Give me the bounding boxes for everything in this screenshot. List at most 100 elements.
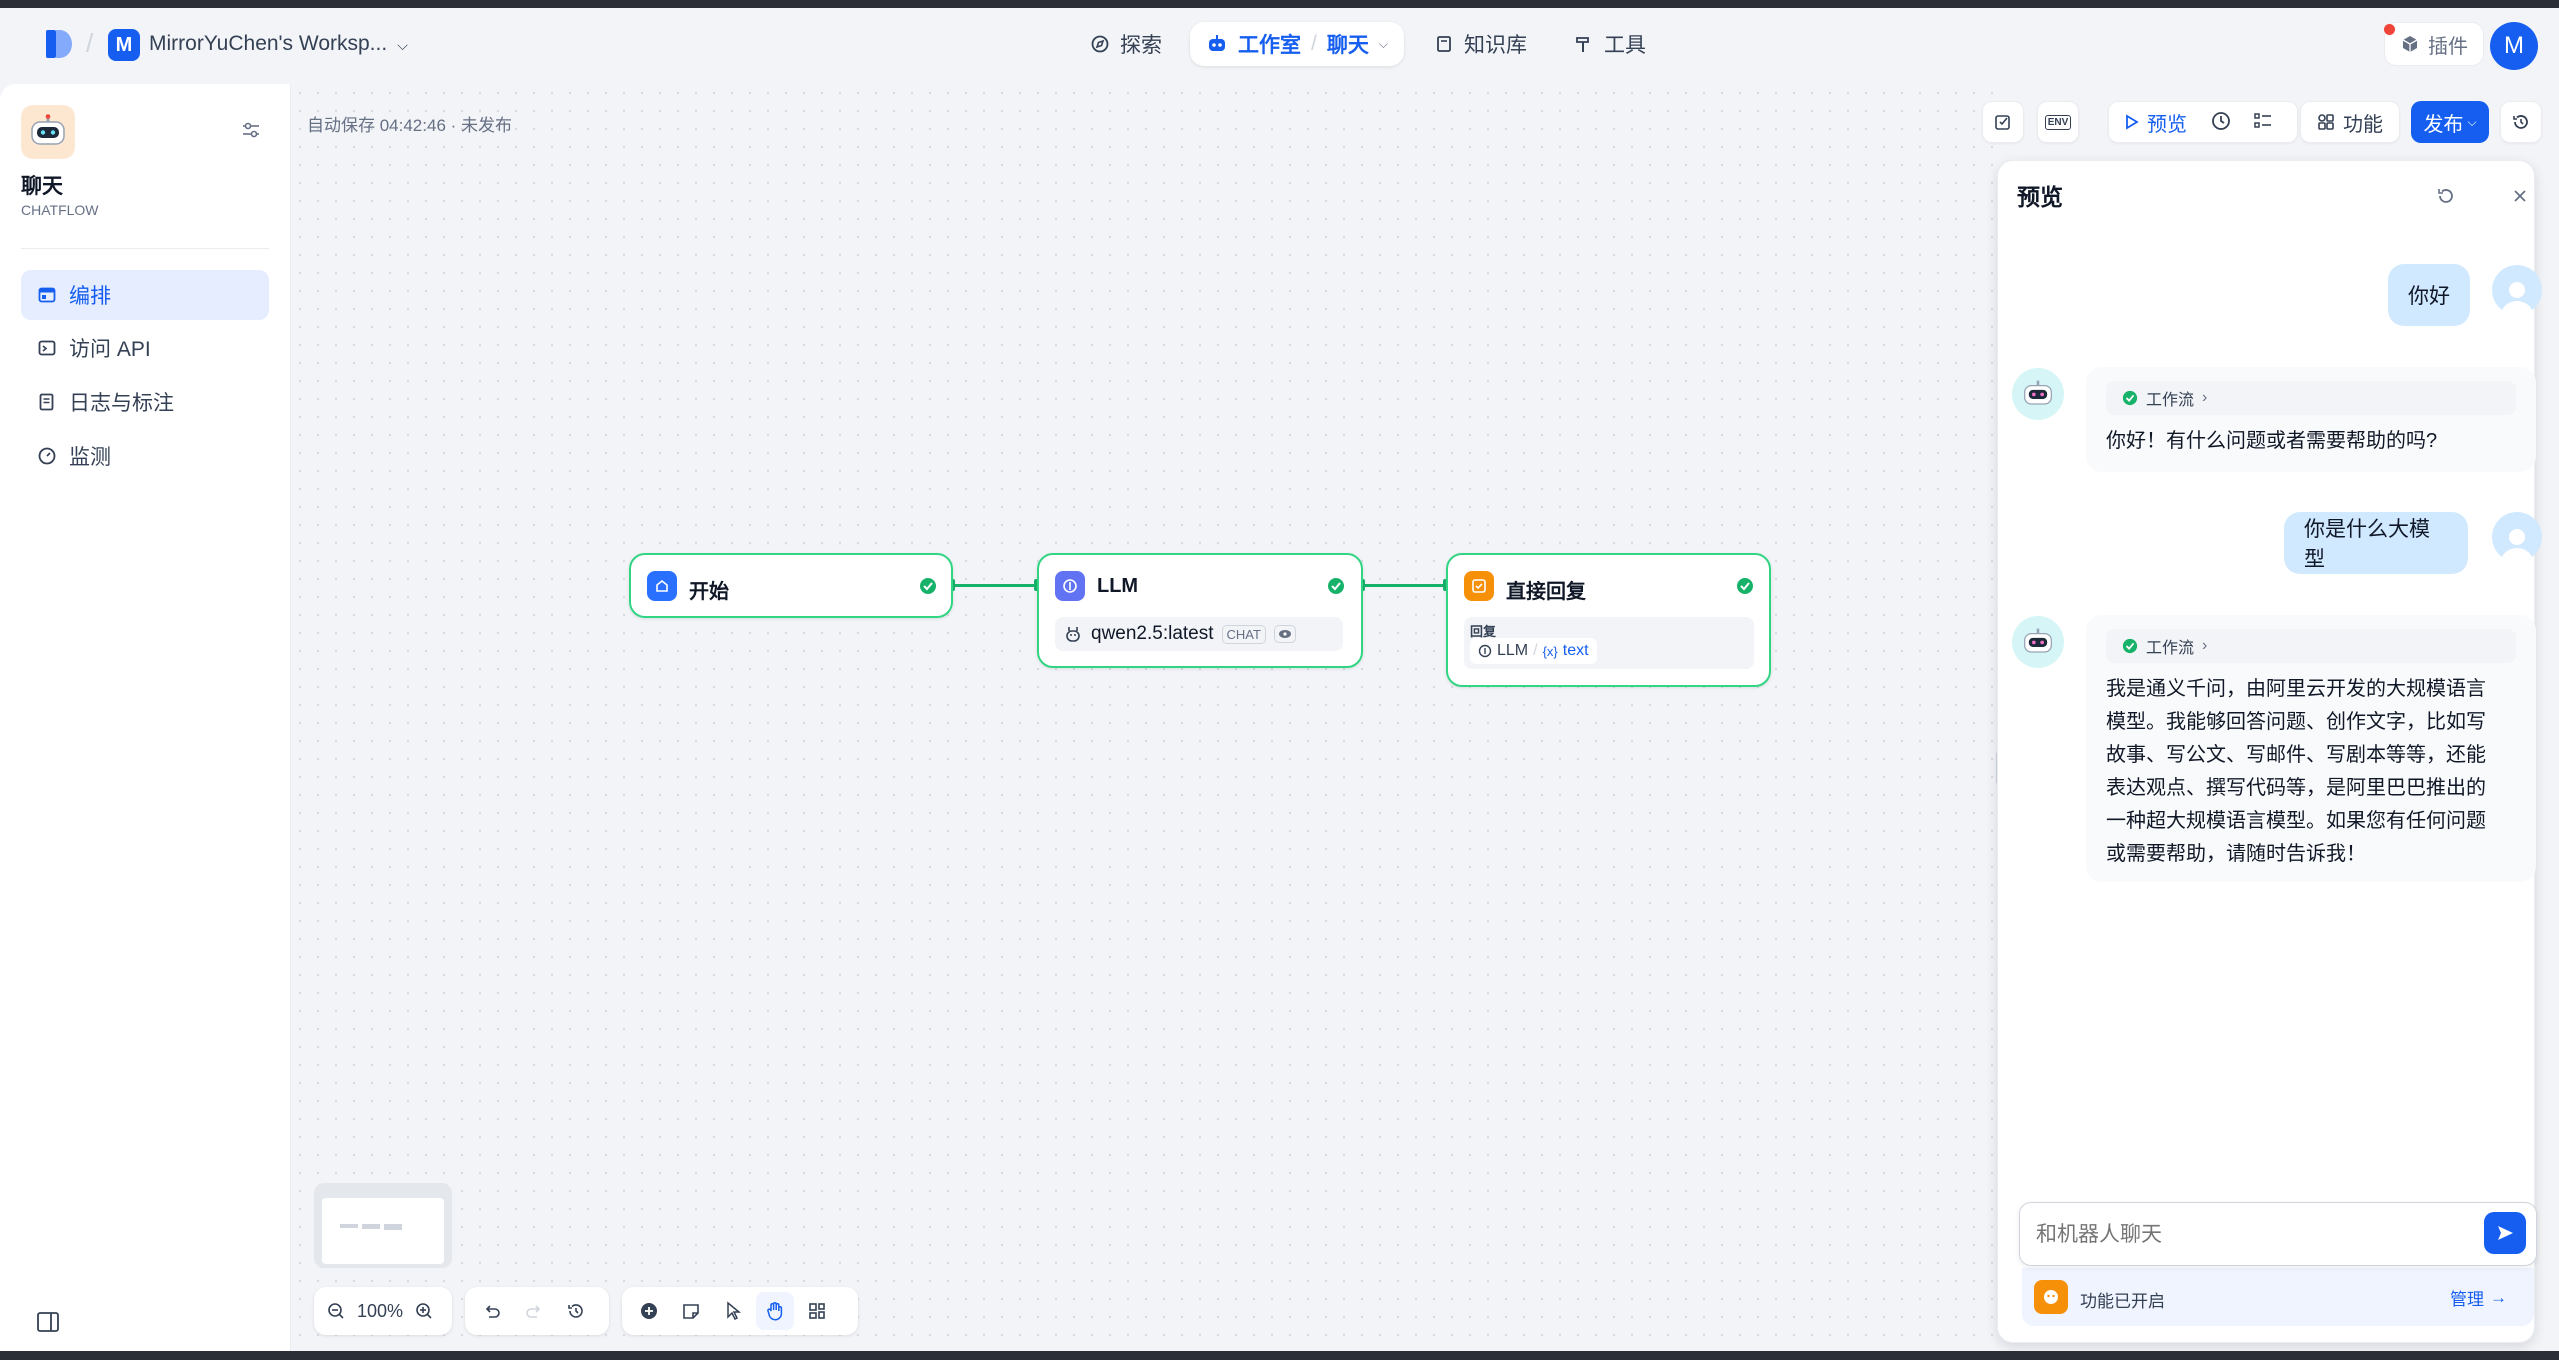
features-icon (2034, 1280, 2068, 1314)
user-message: 你是什么大模型 (2284, 512, 2468, 574)
workspace-avatar[interactable]: M (108, 29, 140, 61)
list-check-icon[interactable] (2253, 111, 2273, 131)
zoom-in-icon[interactable] (410, 1292, 438, 1330)
brain-icon (1478, 644, 1492, 658)
sidebar-item-orchestrate[interactable]: 编排 (21, 270, 269, 320)
user-avatar-icon (2492, 512, 2542, 562)
user-message-text: 你是什么大模型 (2304, 518, 2430, 571)
undo-icon[interactable] (473, 1292, 511, 1330)
variable-separator: / (1533, 642, 1538, 659)
app-settings-icon[interactable] (240, 119, 262, 141)
env-icon: ENV (2044, 114, 2072, 130)
features-enabled-text: 功能已开启 (2080, 1292, 2165, 1311)
pointer-icon[interactable] (714, 1292, 752, 1330)
model-name: qwen2.5:latest (1091, 623, 1214, 644)
hammer-icon (1574, 34, 1594, 54)
sidebar-item-monitor[interactable]: 监测 (21, 431, 269, 481)
history-icon[interactable] (557, 1292, 595, 1330)
autosave-status: 自动保存 04:42:46 · 未发布 (307, 116, 513, 135)
dashboard-icon (37, 446, 57, 466)
add-note-icon[interactable] (672, 1292, 710, 1330)
nav-explore[interactable]: 探索 (1076, 22, 1176, 66)
sidebar-item-label: 编排 (69, 285, 111, 308)
nav-tools-label: 工具 (1604, 34, 1646, 57)
bot-avatar-icon (2012, 368, 2064, 420)
zoom-out-icon[interactable] (322, 1292, 350, 1330)
nav-app-label[interactable]: 聊天 (1327, 29, 1369, 59)
llm-node[interactable]: LLM qwen2.5:latest CHAT (1037, 553, 1363, 668)
nav-knowledge-label: 知识库 (1464, 34, 1527, 57)
text-line: 模型。我能够回答问题、创作文字，比如写 (2106, 711, 2486, 733)
preview-button[interactable]: 预览 (2147, 108, 2187, 137)
chevron-down-icon: ⌵ (2467, 114, 2477, 129)
version-history-button[interactable] (2500, 101, 2542, 143)
variable-chip[interactable]: LLM / {x} text (1470, 638, 1597, 664)
features-button[interactable]: 功能 (2300, 101, 2400, 143)
workflow-process-toggle[interactable]: 工作流 › (2106, 381, 2516, 415)
checklist-button[interactable] (1982, 101, 2024, 143)
bot-message-text: 我是通义千问，由阿里云开发的大规模语言 模型。我能够回答问题、创作文字，比如写 … (2106, 673, 2516, 871)
checklist-icon (1993, 112, 2013, 132)
book-icon (1434, 34, 1454, 54)
nav-tools[interactable]: 工具 (1560, 22, 1660, 66)
minimap-viewport (322, 1198, 444, 1264)
user-avatar[interactable]: M (2490, 22, 2538, 70)
start-node[interactable]: 开始 (629, 553, 953, 618)
sidebar-item-api[interactable]: 访问 API (21, 323, 269, 373)
nav-knowledge[interactable]: 知识库 (1420, 22, 1541, 66)
bot-message: 工作流 › 我是通义千问，由阿里云开发的大规模语言 模型。我能够回答问题、创作文… (2086, 615, 2536, 882)
chat-input[interactable] (2036, 1219, 2456, 1251)
manage-features-link[interactable]: 管理 → (2450, 1285, 2507, 1310)
manage-label: 管理 (2450, 1290, 2484, 1309)
success-check-icon (1736, 577, 1754, 595)
run-history-icon[interactable] (2210, 110, 2232, 132)
bot-message-text: 你好！有什么问题或者需要帮助的吗? (2106, 430, 2438, 452)
workflow-canvas[interactable] (291, 84, 1997, 1351)
env-button[interactable]: ENV (2037, 101, 2079, 143)
ollama-icon (1063, 624, 1083, 644)
play-icon (2125, 114, 2139, 130)
app-type: CHATFLOW (21, 202, 99, 218)
user-message-text: 你好 (2408, 285, 2450, 308)
cube-icon (2400, 34, 2420, 54)
sidebar-item-label: 访问 API (69, 338, 151, 361)
sidebar-item-logs[interactable]: 日志与标注 (21, 377, 269, 427)
model-selector[interactable]: qwen2.5:latest CHAT (1055, 617, 1343, 651)
answer-field: 回复 LLM / {x} text (1464, 617, 1754, 669)
nav-explore-label: 探索 (1120, 34, 1162, 57)
brain-icon (1055, 571, 1085, 601)
chevron-right-icon: › (2202, 637, 2208, 654)
workspace-switcher[interactable]: MirrorYuChen's Worksp... ⌵ (149, 32, 408, 56)
restart-chat-icon[interactable] (2435, 185, 2457, 207)
close-icon[interactable] (2511, 187, 2529, 205)
text-line: 或需要帮助，请随时告诉我！ (2106, 843, 2366, 865)
add-node-icon[interactable] (630, 1292, 668, 1330)
dify-logo-icon[interactable] (42, 26, 76, 62)
publish-button[interactable]: 发布 ⌵ (2411, 101, 2489, 143)
zoom-level[interactable]: 100% (354, 1301, 406, 1322)
collapse-sidebar-icon[interactable] (36, 1311, 60, 1333)
workflow-process-toggle[interactable]: 工作流 › (2106, 629, 2516, 663)
answer-node-title: 直接回复 (1506, 581, 1586, 603)
hand-icon[interactable] (756, 1292, 794, 1330)
success-check-icon (919, 577, 937, 595)
reply-icon (1464, 571, 1494, 601)
app-name: 聊天 (21, 175, 63, 198)
answer-node[interactable]: 直接回复 回复 LLM / {x} text (1446, 553, 1771, 687)
text-line: 表达观点、撰写代码等，是阿里巴巴推出的 (2106, 777, 2486, 799)
mode-badge: CHAT (1221, 624, 1266, 644)
arrow-right-icon: → (2490, 1287, 2507, 1307)
text-line: 我是通义千问，由阿里云开发的大规模语言 (2106, 678, 2486, 700)
variable-node: LLM (1497, 642, 1529, 659)
robot-icon (1206, 34, 1228, 54)
plugins-button[interactable]: 插件 (2384, 22, 2484, 66)
variable-name: text (1562, 642, 1589, 659)
chevron-down-icon: ⌵ (397, 37, 408, 53)
sidebar-divider (21, 248, 269, 249)
history-icon (2511, 112, 2531, 132)
redo-icon[interactable] (515, 1292, 553, 1330)
send-button[interactable] (2484, 1212, 2526, 1254)
nav-studio[interactable]: 工作室 / 聊天 ⌵ (1190, 22, 1404, 66)
breadcrumb-separator: / (86, 28, 94, 58)
organize-blocks-icon[interactable] (798, 1292, 836, 1330)
